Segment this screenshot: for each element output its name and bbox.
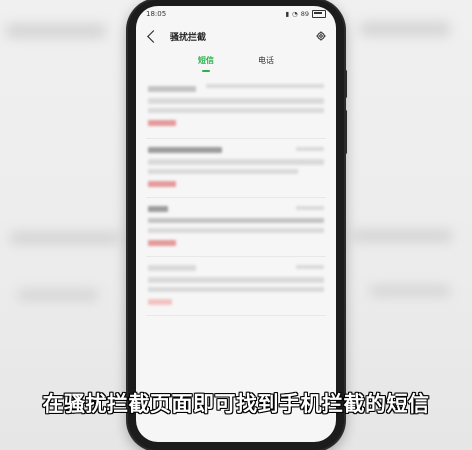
signal-icon: ▮ [285, 10, 290, 18]
tab-bar: 短信 电话 [136, 50, 336, 72]
page-title: 骚扰拦截 [170, 32, 207, 43]
phone-screen: 18:05 ▮ ◔ 89 骚扰拦截 短信 电话 [136, 6, 336, 442]
status-time: 18:05 [146, 10, 167, 18]
status-icons: ▮ ◔ 89 [285, 10, 326, 18]
chevron-left-icon[interactable] [147, 29, 160, 43]
app-header: 骚扰拦截 [136, 22, 336, 50]
phone-frame: 18:05 ▮ ◔ 89 骚扰拦截 短信 电话 [128, 0, 347, 450]
list-item[interactable] [146, 80, 326, 139]
status-bar: 18:05 ▮ ◔ 89 [136, 6, 336, 22]
caption-subtitle: 在骚扰拦截页面即可找到手机拦截的短信 [42, 392, 430, 416]
list-item[interactable] [146, 198, 326, 257]
tab-sms[interactable]: 短信 [198, 55, 214, 72]
battery-icon [312, 10, 326, 18]
gear-icon[interactable] [316, 31, 326, 41]
wifi-icon: ◔ [292, 10, 298, 18]
list-item[interactable] [146, 139, 326, 198]
tab-calls[interactable]: 电话 [258, 55, 274, 72]
blocked-message-list [136, 72, 336, 316]
battery-level: 89 [300, 10, 309, 18]
list-item[interactable] [146, 257, 326, 316]
